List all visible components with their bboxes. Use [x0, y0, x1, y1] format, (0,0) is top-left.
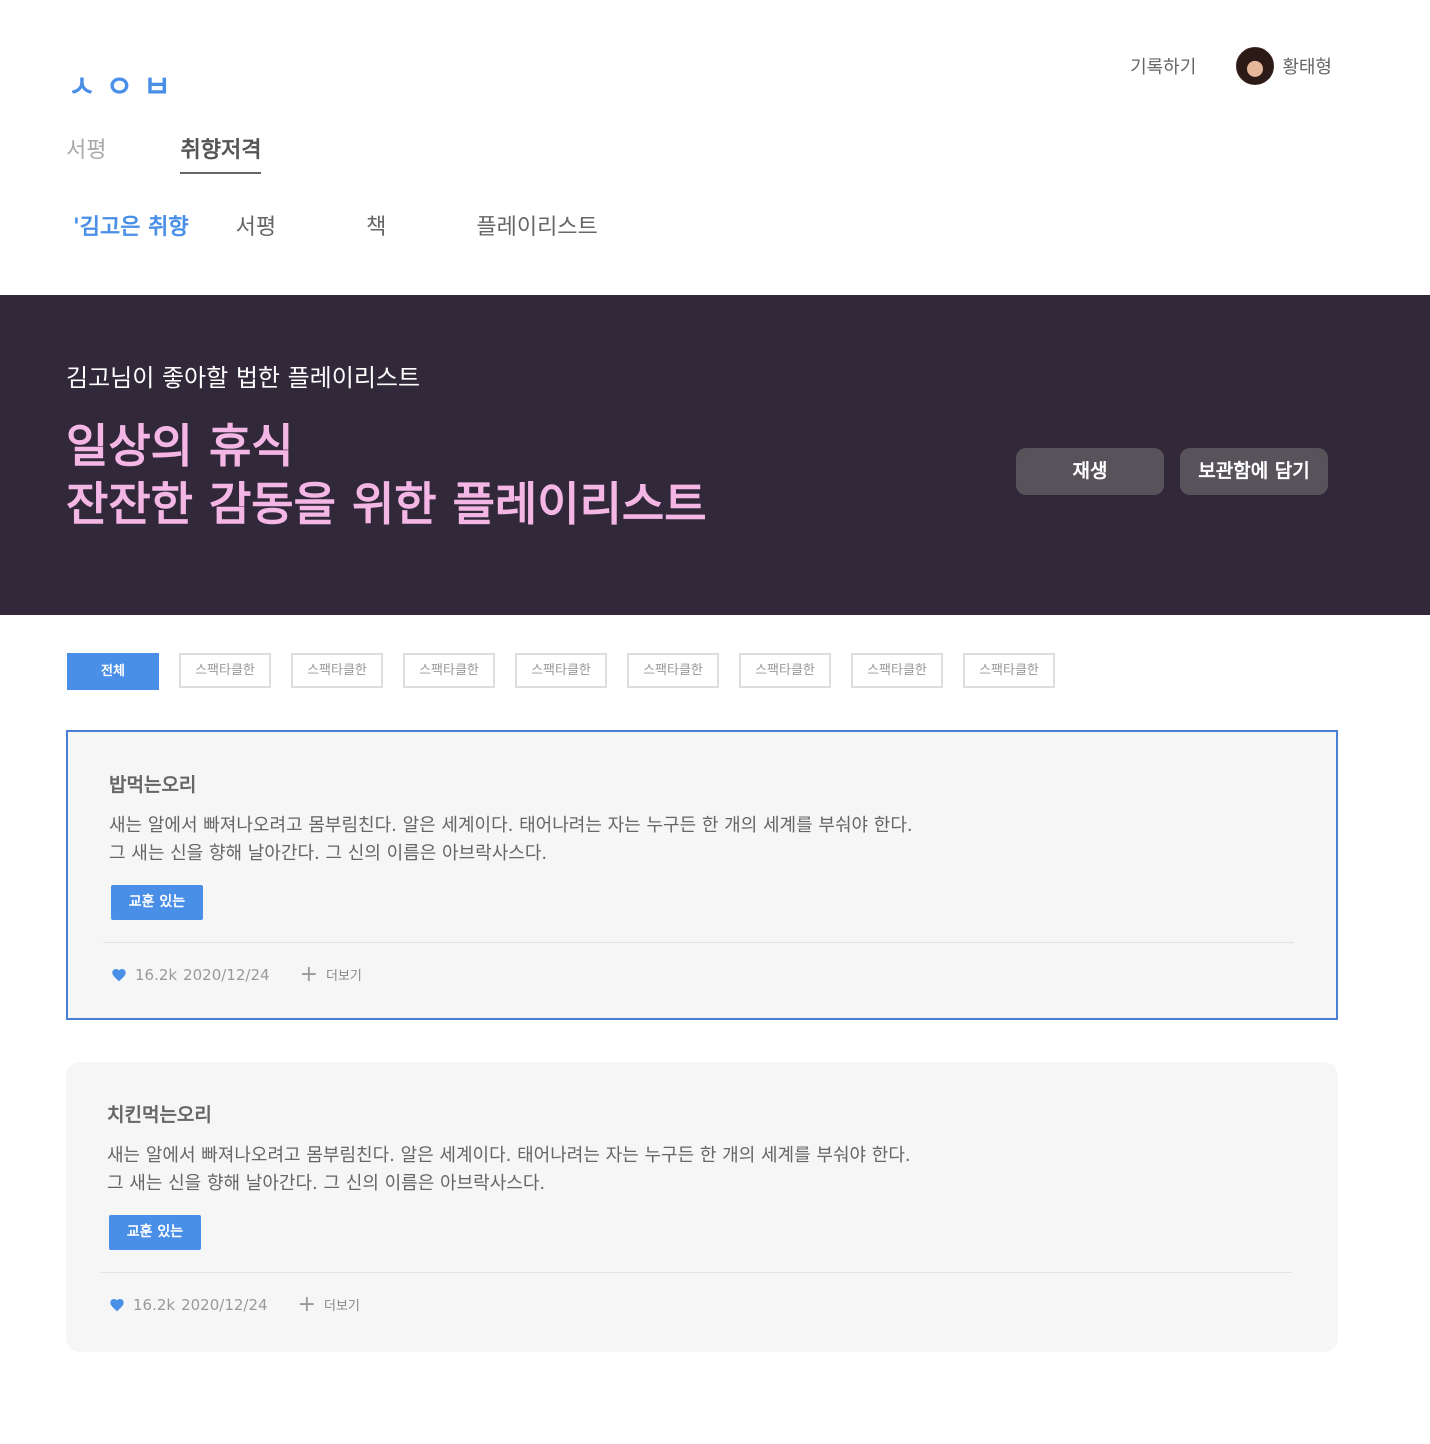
- card-tag[interactable]: 교훈 있는: [111, 885, 203, 920]
- card-text-line: 새는 알에서 빠져나오려고 몸부림친다. 알은 세계이다. 태어나려는 자는 누…: [109, 815, 913, 836]
- more-button[interactable]: + 더보기: [299, 961, 362, 987]
- card-text-line: 새는 알에서 빠져나오려고 몸부림친다. 알은 세계이다. 태어나려는 자는 누…: [107, 1145, 911, 1166]
- card-footer: 16.2k 2020/12/24 + 더보기: [109, 1291, 360, 1317]
- more-label: 더보기: [326, 969, 362, 984]
- sub-tab-playlist[interactable]: 플레이리스트: [476, 209, 597, 241]
- banner-subtitle: 김고님이 좋아할 법한 플레이리스트: [66, 364, 421, 392]
- card-text-line: 그 새는 신을 향해 날아간다. 그 신의 이름은 아브락사스다.: [109, 843, 548, 864]
- filter-chip[interactable]: 스팩타클한: [515, 653, 607, 688]
- header-actions: 기록하기 황태형: [1130, 47, 1332, 85]
- tab-review[interactable]: 서평: [66, 132, 106, 174]
- banner-title-line2: 잔잔한 감동을 위한 플레이리스트: [66, 477, 707, 531]
- sub-tab-taste[interactable]: '김고은 취향: [73, 209, 189, 241]
- card-text: 새는 알에서 빠져나오려고 몸부림친다. 알은 세계이다. 태어나려는 자는 누…: [109, 812, 913, 868]
- filter-chips: 전체 스팩타클한 스팩타클한 스팩타클한 스팩타클한 스팩타클한 스팩타클한 스…: [67, 653, 1075, 690]
- save-to-library-button[interactable]: 보관함에 담기: [1180, 448, 1328, 495]
- card-divider: [103, 942, 1294, 943]
- like-count: 16.2k: [135, 965, 178, 984]
- banner-title-line1: 일상의 휴식: [66, 419, 294, 473]
- filter-chip[interactable]: 스팩타클한: [627, 653, 719, 688]
- heart-icon[interactable]: [111, 967, 127, 983]
- card-author: 치킨먹는오리: [107, 1104, 212, 1126]
- logo[interactable]: ㅅㅇㅂ: [68, 62, 181, 106]
- filter-chip[interactable]: 스팩타클한: [403, 653, 495, 688]
- avatar: [1236, 47, 1275, 85]
- post-date: 2020/12/24: [183, 965, 270, 984]
- user-name: 황태형: [1282, 57, 1332, 78]
- user-profile[interactable]: 황태형: [1236, 47, 1332, 85]
- playlist-banner: 김고님이 좋아할 법한 플레이리스트 일상의 휴식 잔잔한 감동을 위한 플레이…: [0, 295, 1430, 615]
- heart-icon[interactable]: [109, 1297, 125, 1313]
- card-author: 밥먹는오리: [109, 774, 197, 796]
- card-tag[interactable]: 교훈 있는: [109, 1215, 201, 1250]
- filter-chip[interactable]: 스팩타클한: [851, 653, 943, 688]
- tab-taste-pick[interactable]: 취향저격: [180, 132, 262, 174]
- review-card[interactable]: 밥먹는오리 새는 알에서 빠져나오려고 몸부림친다. 알은 세계이다. 태어나려…: [66, 730, 1338, 1020]
- sub-tabs: '김고은 취향 서평 책 플레이리스트: [73, 209, 598, 241]
- filter-chip-all[interactable]: 전체: [67, 653, 159, 690]
- filter-chip[interactable]: 스팩타클한: [739, 653, 831, 688]
- card-divider: [101, 1272, 1292, 1273]
- plus-icon: +: [297, 1291, 316, 1317]
- more-label: 더보기: [324, 1299, 360, 1314]
- more-button[interactable]: + 더보기: [297, 1291, 360, 1317]
- play-button[interactable]: 재생: [1016, 448, 1164, 495]
- filter-chip[interactable]: 스팩타클한: [963, 653, 1055, 688]
- plus-icon: +: [299, 961, 318, 987]
- filter-chip[interactable]: 스팩타클한: [291, 653, 383, 688]
- banner-title: 일상의 휴식 잔잔한 감동을 위한 플레이리스트: [66, 417, 707, 533]
- card-footer: 16.2k 2020/12/24 + 더보기: [111, 961, 362, 987]
- record-link[interactable]: 기록하기: [1130, 53, 1196, 79]
- card-text-line: 그 새는 신을 향해 날아간다. 그 신의 이름은 아브락사스다.: [107, 1173, 546, 1194]
- filter-chip[interactable]: 스팩타클한: [179, 653, 271, 688]
- like-count: 16.2k: [133, 1295, 176, 1314]
- post-date: 2020/12/24: [181, 1295, 268, 1314]
- sub-tab-books[interactable]: 책: [366, 209, 386, 241]
- sub-tab-review[interactable]: 서평: [236, 209, 276, 241]
- card-text: 새는 알에서 빠져나오려고 몸부림친다. 알은 세계이다. 태어나려는 자는 누…: [107, 1142, 911, 1198]
- main-tabs: 서평 취향저격: [66, 132, 335, 174]
- review-card[interactable]: 치킨먹는오리 새는 알에서 빠져나오려고 몸부림친다. 알은 세계이다. 태어나…: [66, 1062, 1338, 1352]
